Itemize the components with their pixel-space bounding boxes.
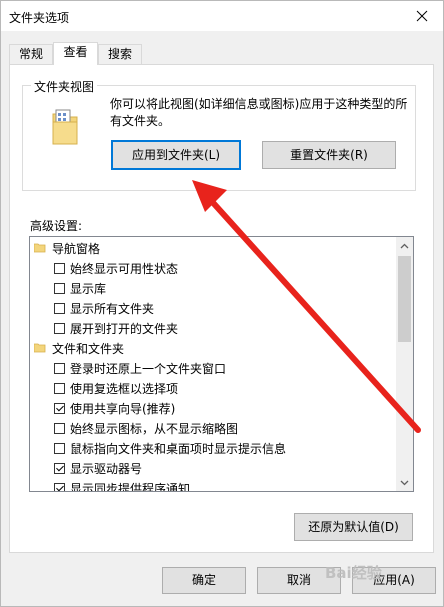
list-item-label: 导航窗格 bbox=[52, 241, 101, 256]
list-item-label: 文件和文件夹 bbox=[52, 341, 125, 356]
checkbox[interactable] bbox=[54, 302, 65, 314]
list-item-label: 登录时还原上一个文件夹窗口 bbox=[70, 361, 227, 376]
apply-to-folders-button[interactable]: 应用到文件夹(L) bbox=[111, 140, 241, 170]
tab-general[interactable]: 常规 bbox=[9, 44, 53, 64]
list-item-navigation-pane[interactable]: 导航窗格 bbox=[34, 238, 400, 258]
checkbox[interactable] bbox=[54, 442, 65, 454]
list-item-show-sync-notifications[interactable]: 显示同步提供程序通知 bbox=[54, 478, 413, 492]
list-item-use-checkboxes[interactable]: 使用复选框以选择项 bbox=[54, 378, 413, 398]
checkbox[interactable] bbox=[54, 282, 65, 294]
description-line-2: 有文件夹。 bbox=[110, 114, 171, 128]
folder-view-icon bbox=[52, 109, 78, 145]
list-item-label: 始终显示可用性状态 bbox=[70, 261, 179, 276]
restore-defaults-button[interactable]: 还原为默认值(D) bbox=[294, 513, 413, 541]
list-item-show-libraries[interactable]: 显示库 bbox=[54, 278, 413, 298]
description-line-1: 你可以将此视图(如详细信息或图标)应用于这种类型的所 bbox=[110, 97, 408, 111]
checkbox[interactable] bbox=[54, 422, 65, 434]
close-icon bbox=[416, 10, 428, 22]
checkbox[interactable] bbox=[54, 262, 65, 274]
list-item-restore-previous-windows[interactable]: 登录时还原上一个文件夹窗口 bbox=[54, 358, 413, 378]
folder-icon bbox=[34, 243, 46, 253]
list-item-label: 显示驱动器号 bbox=[70, 461, 143, 476]
list-item-show-drive-letters[interactable]: 显示驱动器号 bbox=[54, 458, 413, 478]
list-item-label: 始终显示图标，从不显示缩略图 bbox=[70, 421, 239, 436]
checkbox[interactable] bbox=[54, 362, 65, 374]
folder-views-description: 你可以将此视图(如详细信息或图标)应用于这种类型的所 有文件夹。 bbox=[110, 96, 410, 130]
checkbox-checked[interactable] bbox=[54, 482, 65, 491]
watermark: Bai经验 bbox=[325, 564, 382, 582]
close-button[interactable] bbox=[401, 1, 443, 31]
list-item-label: 使用共享向导(推荐) bbox=[70, 401, 176, 416]
checkbox-checked[interactable] bbox=[54, 402, 65, 414]
folder-views-title: 文件夹视图 bbox=[31, 78, 98, 95]
list-item-files-and-folders[interactable]: 文件和文件夹 bbox=[34, 338, 400, 358]
chevron-up-icon bbox=[400, 243, 409, 248]
list-item-label: 显示所有文件夹 bbox=[70, 301, 155, 316]
list-item-label: 使用复选框以选择项 bbox=[70, 381, 179, 396]
list-item-label: 鼠标指向文件夹和桌面项时显示提示信息 bbox=[70, 441, 287, 456]
chevron-down-icon bbox=[400, 480, 409, 485]
reset-folders-button[interactable]: 重置文件夹(R) bbox=[262, 141, 396, 169]
vertical-scrollbar[interactable] bbox=[396, 237, 413, 491]
checkbox[interactable] bbox=[54, 322, 65, 334]
ok-button[interactable]: 确定 bbox=[162, 567, 246, 594]
checkbox[interactable] bbox=[54, 382, 65, 394]
list-item-sharing-wizard[interactable]: 使用共享向导(推荐) bbox=[54, 398, 413, 418]
scroll-up-button[interactable] bbox=[396, 237, 413, 254]
list-item-label: 展开到打开的文件夹 bbox=[70, 321, 179, 336]
title-bar: 文件夹选项 bbox=[1, 1, 443, 31]
window-title: 文件夹选项 bbox=[9, 11, 70, 25]
list-item-label: 显示库 bbox=[70, 281, 107, 296]
list-item-show-all-folders[interactable]: 显示所有文件夹 bbox=[54, 298, 413, 318]
tab-view[interactable]: 查看 bbox=[53, 42, 98, 65]
scroll-down-button[interactable] bbox=[396, 474, 413, 491]
list-item-show-popup-description[interactable]: 鼠标指向文件夹和桌面项时显示提示信息 bbox=[54, 438, 413, 458]
tab-search[interactable]: 搜索 bbox=[98, 44, 142, 64]
list-item-label: 显示同步提供程序通知 bbox=[70, 481, 191, 492]
list-item-expand-to-open-folder[interactable]: 展开到打开的文件夹 bbox=[54, 318, 413, 338]
list-item-always-show-availability[interactable]: 始终显示可用性状态 bbox=[54, 258, 413, 278]
scrollbar-thumb[interactable] bbox=[398, 256, 411, 342]
list-item-always-show-icons[interactable]: 始终显示图标，从不显示缩略图 bbox=[54, 418, 413, 438]
checkbox-checked[interactable] bbox=[54, 462, 65, 474]
folder-icon bbox=[34, 343, 46, 353]
advanced-settings-list[interactable]: 导航窗格 始终显示可用性状态 显示库 显示所有文件夹 展开到打开的文件夹 文件和… bbox=[29, 236, 414, 492]
advanced-settings-label: 高级设置: bbox=[30, 219, 83, 233]
